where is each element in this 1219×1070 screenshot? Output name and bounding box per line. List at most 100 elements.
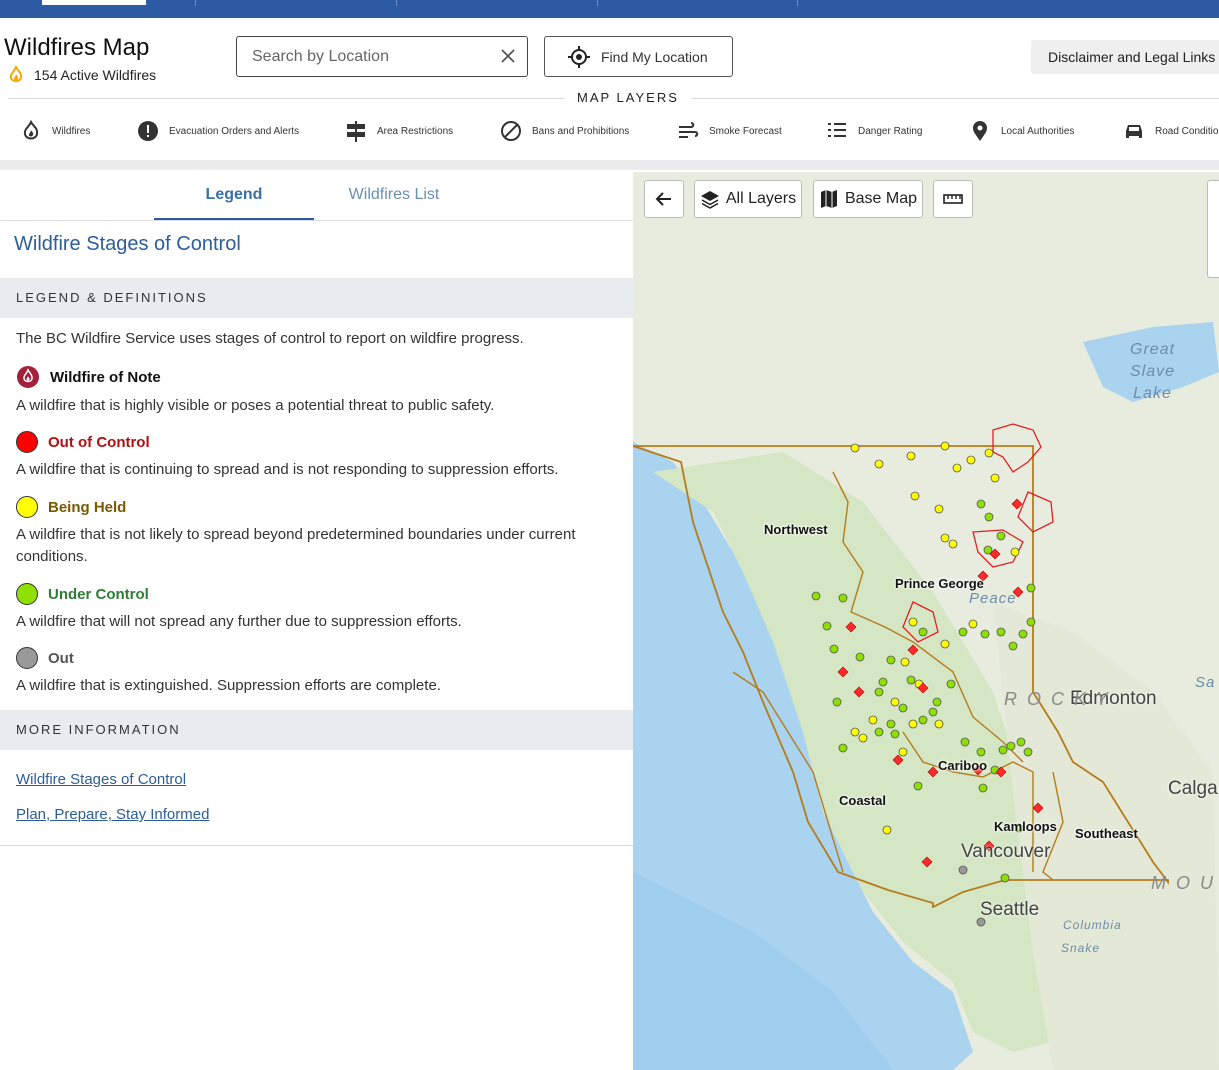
- layer-evacuation[interactable]: Evacuation Orders and Alerts: [137, 120, 299, 142]
- search-input[interactable]: [237, 37, 487, 76]
- fire-point[interactable]: [918, 627, 928, 637]
- fire-point[interactable]: [890, 729, 900, 739]
- fire-point[interactable]: [1006, 741, 1016, 751]
- tab-wildfires-list[interactable]: Wildfires List: [314, 186, 474, 204]
- tab-legend[interactable]: Legend: [154, 186, 314, 204]
- fire-point[interactable]: [990, 473, 1000, 483]
- fire-point[interactable]: [886, 655, 896, 665]
- fire-point[interactable]: [976, 747, 986, 757]
- measure-button[interactable]: [933, 180, 973, 218]
- fire-point[interactable]: [900, 657, 910, 667]
- disclaimer-button[interactable]: Disclaimer and Legal Links: [1031, 40, 1219, 74]
- fire-point[interactable]: [978, 783, 988, 793]
- fire-point[interactable]: [858, 733, 868, 743]
- layer-local-authorities[interactable]: Local Authorities: [969, 120, 1074, 142]
- fire-point[interactable]: [913, 781, 923, 791]
- fire-point[interactable]: [908, 719, 918, 729]
- fire-point[interactable]: [918, 715, 928, 725]
- fire-marker-out-of-control[interactable]: [927, 766, 939, 778]
- fire-point[interactable]: [906, 675, 916, 685]
- fire-point[interactable]: [966, 455, 976, 465]
- fire-point[interactable]: [1018, 629, 1028, 639]
- fire-point[interactable]: [948, 539, 958, 549]
- fire-point[interactable]: [868, 715, 878, 725]
- fire-point[interactable]: [998, 745, 1008, 755]
- fire-point[interactable]: [940, 441, 950, 451]
- link-plan-prepare[interactable]: Plan, Prepare, Stay Informed: [16, 806, 209, 823]
- fire-point[interactable]: [1008, 641, 1018, 651]
- fire-point[interactable]: [910, 491, 920, 501]
- fire-point[interactable]: [874, 727, 884, 737]
- search-box[interactable]: [236, 36, 528, 77]
- fire-marker-out-of-control[interactable]: [907, 644, 919, 656]
- fire-point[interactable]: [1023, 747, 1033, 757]
- fire-point[interactable]: [829, 644, 839, 654]
- base-map-button[interactable]: Base Map: [813, 180, 923, 218]
- fire-marker-out-of-control[interactable]: [1032, 802, 1044, 814]
- fire-point[interactable]: [898, 747, 908, 757]
- fire-point[interactable]: [1010, 547, 1020, 557]
- fire-point[interactable]: [1016, 737, 1026, 747]
- fire-point[interactable]: [968, 619, 978, 629]
- stage-description: A wildfire that will not spread any furt…: [16, 613, 462, 630]
- fire-point[interactable]: [996, 627, 1006, 637]
- fire-point[interactable]: [1000, 873, 1010, 883]
- fire-point[interactable]: [940, 533, 950, 543]
- stage-out: Out: [16, 647, 74, 669]
- fire-point[interactable]: [946, 679, 956, 689]
- under-control-dot: [16, 583, 38, 605]
- fire-point[interactable]: [850, 443, 860, 453]
- fire-point[interactable]: [928, 707, 938, 717]
- fire-point[interactable]: [958, 627, 968, 637]
- fire-point[interactable]: [838, 593, 848, 603]
- fire-point[interactable]: [822, 621, 832, 631]
- fire-point[interactable]: [958, 865, 968, 875]
- fire-point[interactable]: [832, 697, 842, 707]
- fire-point[interactable]: [906, 451, 916, 461]
- find-my-location-button[interactable]: Find My Location: [544, 36, 733, 77]
- layer-road-conditions[interactable]: Road Conditio: [1123, 120, 1218, 142]
- fire-point[interactable]: [850, 727, 860, 737]
- fire-point[interactable]: [952, 463, 962, 473]
- fire-point[interactable]: [1026, 583, 1036, 593]
- fire-point[interactable]: [960, 737, 970, 747]
- fire-point[interactable]: [940, 639, 950, 649]
- all-layers-button[interactable]: All Layers: [694, 180, 802, 218]
- fire-point[interactable]: [838, 743, 848, 753]
- fire-point[interactable]: [898, 703, 908, 713]
- fire-point[interactable]: [984, 512, 994, 522]
- layer-area-restrictions[interactable]: Area Restrictions: [345, 120, 453, 142]
- fire-marker-out-of-control[interactable]: [892, 754, 904, 766]
- fire-marker-out-of-control[interactable]: [1011, 498, 1023, 510]
- fire-marker-out-of-control[interactable]: [845, 621, 857, 633]
- fire-marker-out-of-control[interactable]: [921, 856, 933, 868]
- fire-point[interactable]: [934, 504, 944, 514]
- layer-bans[interactable]: Bans and Prohibitions: [500, 120, 629, 142]
- link-stages-of-control[interactable]: Wildfire Stages of Control: [16, 771, 186, 788]
- clear-icon[interactable]: [499, 47, 517, 65]
- fire-point[interactable]: [890, 697, 900, 707]
- map-view[interactable]: All Layers Base Map Great Slave Lake Nor…: [633, 172, 1219, 1070]
- fire-point[interactable]: [980, 629, 990, 639]
- fire-point[interactable]: [934, 719, 944, 729]
- fire-point[interactable]: [855, 652, 865, 662]
- fire-point[interactable]: [874, 687, 884, 697]
- fire-point[interactable]: [976, 499, 986, 509]
- fire-point[interactable]: [996, 531, 1006, 541]
- layer-danger-rating[interactable]: Danger Rating: [826, 120, 922, 142]
- fire-point[interactable]: [932, 697, 942, 707]
- layer-smoke[interactable]: Smoke Forecast: [677, 120, 782, 142]
- fire-point[interactable]: [908, 617, 918, 627]
- fire-marker-out-of-control[interactable]: [837, 666, 849, 678]
- side-panel-handle[interactable]: [1207, 180, 1219, 278]
- fire-point[interactable]: [874, 459, 884, 469]
- fire-point[interactable]: [984, 448, 994, 458]
- fire-marker-out-of-control[interactable]: [853, 686, 865, 698]
- fire-point[interactable]: [878, 677, 888, 687]
- layer-wildfires[interactable]: Wildfires: [20, 120, 90, 142]
- fire-point[interactable]: [886, 719, 896, 729]
- fire-point[interactable]: [882, 825, 892, 835]
- fire-point[interactable]: [811, 591, 821, 601]
- fire-point[interactable]: [1026, 617, 1036, 627]
- back-button[interactable]: [644, 180, 684, 218]
